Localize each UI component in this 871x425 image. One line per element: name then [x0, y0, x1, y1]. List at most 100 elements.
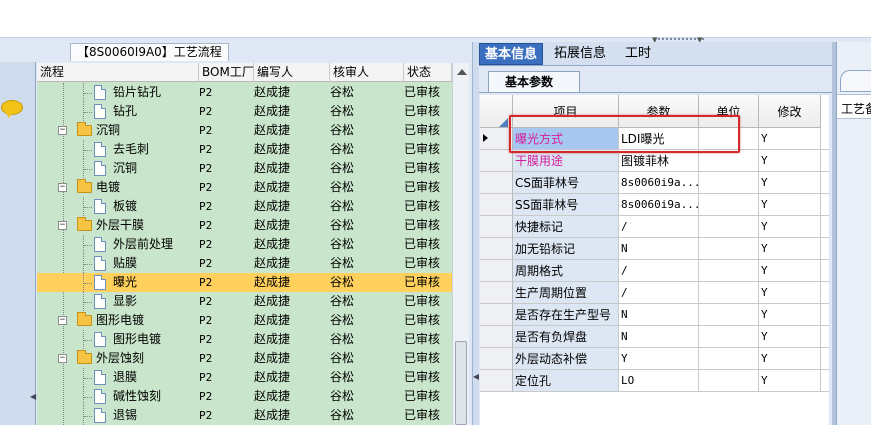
row-indicator[interactable] — [480, 216, 513, 238]
collapse-arrow-icon[interactable]: ◀ — [30, 392, 36, 401]
column-header-bom[interactable]: BOM工厂 — [199, 63, 254, 82]
param-row[interactable]: 加无铅标记 N Y — [480, 238, 829, 260]
param-modify-cell[interactable]: Y — [759, 282, 821, 304]
tree-row[interactable]: 曝光 P2 赵成捷 谷松 已审核 — [37, 273, 452, 292]
row-indicator[interactable] — [480, 348, 513, 370]
column-header-status[interactable]: 状态 — [404, 63, 452, 82]
param-row[interactable]: 是否有负焊盘 N Y — [480, 326, 829, 348]
param-row[interactable]: 外层动态补偿 Y Y — [480, 348, 829, 370]
param-unit-cell[interactable] — [699, 282, 759, 304]
tree-row[interactable]: 铅片钻孔 P2 赵成捷 谷松 已审核 — [37, 83, 452, 102]
param-value-cell[interactable]: LO — [619, 370, 699, 392]
param-modify-cell[interactable]: Y — [759, 348, 821, 370]
chat-bubble-icon[interactable] — [1, 100, 23, 118]
grid-corner[interactable] — [480, 95, 513, 128]
param-modify-cell[interactable]: Y — [759, 238, 821, 260]
row-indicator[interactable] — [480, 370, 513, 392]
param-value-cell[interactable]: / — [619, 216, 699, 238]
param-value-cell[interactable]: / — [619, 282, 699, 304]
tree-row[interactable]: − 外层蚀刻 P2 赵成捷 谷松 已审核 — [37, 349, 452, 368]
param-row[interactable]: CS面菲林号 8s0060i9a... Y — [480, 172, 829, 194]
column-header-unit[interactable]: 单位 — [699, 95, 759, 128]
row-indicator[interactable] — [480, 172, 513, 194]
param-modify-cell[interactable]: Y — [759, 260, 821, 282]
param-unit-cell[interactable] — [699, 304, 759, 326]
tree-row[interactable]: 沉铜 P2 赵成捷 谷松 已审核 — [37, 159, 452, 178]
column-header-modify[interactable]: 修改 — [759, 95, 821, 128]
param-value-cell[interactable]: / — [619, 260, 699, 282]
tree-scrollbar[interactable] — [452, 63, 469, 425]
param-item-cell[interactable]: 外层动态补偿 — [513, 348, 619, 370]
param-modify-cell[interactable]: Y — [759, 216, 821, 238]
param-unit-cell[interactable] — [699, 194, 759, 216]
vertical-splitter[interactable] — [472, 42, 479, 425]
param-item-cell[interactable]: 周期格式 — [513, 260, 619, 282]
tree-row[interactable]: 外层前处理 P2 赵成捷 谷松 已审核 — [37, 235, 452, 254]
param-modify-cell[interactable]: Y — [759, 370, 821, 392]
subtab-basic-params[interactable]: 基本参数 — [488, 71, 580, 92]
param-unit-cell[interactable] — [699, 260, 759, 282]
param-item-cell[interactable]: 快捷标记 — [513, 216, 619, 238]
tab-extended-info[interactable]: 拓展信息 — [545, 43, 615, 65]
param-value-cell[interactable]: 图镀菲林 — [619, 150, 699, 172]
param-row[interactable]: 快捷标记 / Y — [480, 216, 829, 238]
param-unit-cell[interactable] — [699, 348, 759, 370]
param-unit-cell[interactable] — [699, 326, 759, 348]
param-value-cell[interactable]: N — [619, 326, 699, 348]
param-item-cell[interactable]: 加无铅标记 — [513, 238, 619, 260]
param-item-cell[interactable]: 是否存在生产型号 — [513, 304, 619, 326]
column-header-author[interactable]: 编写人 — [254, 63, 330, 82]
tree-row[interactable]: 板镀 P2 赵成捷 谷松 已审核 — [37, 197, 452, 216]
expander-minus-icon[interactable]: − — [58, 354, 67, 363]
tree-row[interactable]: − 图形电镀 P2 赵成捷 谷松 已审核 — [37, 311, 452, 330]
row-indicator[interactable] — [480, 326, 513, 348]
param-row[interactable]: 曝光方式 LDI曝光 Y — [480, 128, 829, 150]
param-value-cell[interactable]: Y — [619, 348, 699, 370]
param-unit-cell[interactable] — [699, 172, 759, 194]
scroll-up-icon[interactable] — [457, 69, 467, 75]
tree-row[interactable]: − 沉铜 P2 赵成捷 谷松 已审核 — [37, 121, 452, 140]
param-item-cell[interactable]: SS面菲林号 — [513, 194, 619, 216]
tree-row[interactable]: 钻孔 P2 赵成捷 谷松 已审核 — [37, 102, 452, 121]
param-row[interactable]: 是否存在生产型号 N Y — [480, 304, 829, 326]
tree-row[interactable]: 碱性蚀刻 P2 赵成捷 谷松 已审核 — [37, 387, 452, 406]
param-item-cell[interactable]: 定位孔 — [513, 370, 619, 392]
param-unit-cell[interactable] — [699, 370, 759, 392]
expander-minus-icon[interactable]: − — [58, 316, 67, 325]
param-unit-cell[interactable] — [699, 216, 759, 238]
param-modify-cell[interactable]: Y — [759, 128, 821, 150]
column-header-param[interactable]: 参数 — [619, 95, 699, 128]
row-indicator[interactable] — [480, 282, 513, 304]
param-item-cell[interactable]: 曝光方式 — [513, 128, 619, 150]
param-modify-cell[interactable]: Y — [759, 304, 821, 326]
row-indicator[interactable] — [480, 150, 513, 172]
tab-work-hours[interactable]: 工时 — [617, 43, 659, 65]
param-row[interactable]: 干膜用途 图镀菲林 Y — [480, 150, 829, 172]
row-indicator[interactable] — [480, 128, 513, 150]
param-unit-cell[interactable] — [699, 150, 759, 172]
param-modify-cell[interactable]: Y — [759, 326, 821, 348]
scroll-thumb[interactable] — [455, 341, 467, 425]
param-unit-cell[interactable] — [699, 128, 759, 150]
expander-minus-icon[interactable]: − — [58, 221, 67, 230]
param-item-cell[interactable]: 干膜用途 — [513, 150, 619, 172]
expander-minus-icon[interactable]: − — [58, 126, 67, 135]
param-row[interactable]: 定位孔 LO Y — [480, 370, 829, 392]
param-row[interactable]: 周期格式 / Y — [480, 260, 829, 282]
tree-row[interactable]: 显影 P2 赵成捷 谷松 已审核 — [37, 292, 452, 311]
param-unit-cell[interactable] — [699, 238, 759, 260]
param-item-cell[interactable]: CS面菲林号 — [513, 172, 619, 194]
tree-row[interactable]: 退膜 P2 赵成捷 谷松 已审核 — [37, 368, 452, 387]
param-value-cell[interactable]: 8s0060i9a... — [619, 194, 699, 216]
tree-row[interactable]: 贴膜 P2 赵成捷 谷松 已审核 — [37, 254, 452, 273]
tab-basic-info[interactable]: 基本信息 — [479, 43, 543, 65]
row-indicator[interactable] — [480, 304, 513, 326]
tree-row[interactable]: − 电镀 P2 赵成捷 谷松 已审核 — [37, 178, 452, 197]
row-indicator[interactable] — [480, 238, 513, 260]
column-header-item[interactable]: 项目 — [513, 95, 619, 128]
row-indicator[interactable] — [480, 194, 513, 216]
param-value-cell[interactable]: LDI曝光 — [619, 128, 699, 150]
param-modify-cell[interactable]: Y — [759, 194, 821, 216]
param-modify-cell[interactable]: Y — [759, 172, 821, 194]
expander-minus-icon[interactable]: − — [58, 183, 67, 192]
